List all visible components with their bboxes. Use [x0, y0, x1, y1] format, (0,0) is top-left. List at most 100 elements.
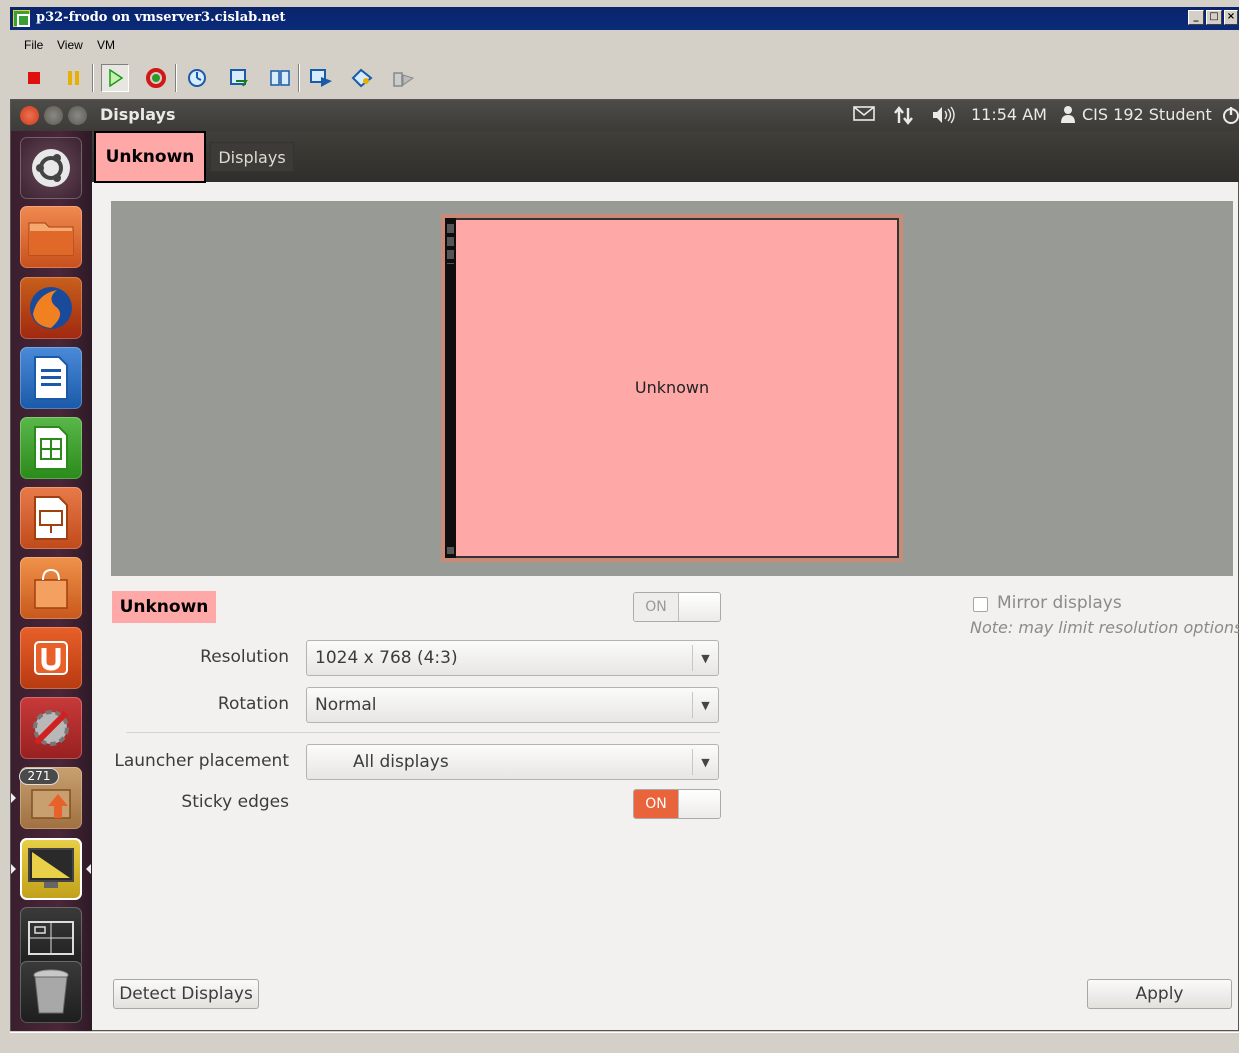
maximize-icon[interactable] [68, 106, 87, 125]
suspend-button[interactable] [60, 64, 88, 92]
chevron-down-icon: ▼ [692, 645, 718, 671]
reset-button[interactable] [142, 64, 170, 92]
mail-icon[interactable] [853, 105, 875, 125]
sticky-edges-toggle[interactable]: ON [633, 789, 721, 819]
menubar: File View VM [10, 34, 1239, 56]
app-title: Displays [100, 105, 176, 124]
maximize-icon[interactable]: □ [1206, 10, 1222, 25]
launcher: 271 [11, 131, 92, 1031]
ubuntu-one-icon [34, 641, 68, 675]
refresh-icon [146, 68, 166, 88]
monitor-preview[interactable]: Unknown [441, 214, 903, 562]
spreadsheet-icon [34, 426, 68, 470]
user-indicator[interactable]: CIS 192 Student [1082, 105, 1212, 124]
displays-launcher[interactable] [20, 838, 82, 900]
writer-launcher[interactable] [20, 347, 82, 409]
mirror-note: Note: may limit resolution options [970, 618, 1239, 637]
minimize-icon[interactable]: _ [1188, 10, 1204, 25]
toolbar-separator [92, 64, 94, 92]
summary-icon [393, 72, 415, 87]
full-screen-icon [310, 69, 332, 87]
running-indicator [11, 864, 16, 874]
tab-displays[interactable]: Displays [210, 142, 294, 172]
network-icon[interactable] [893, 105, 915, 129]
chevron-down-icon: ▼ [692, 749, 718, 775]
settings-wrench-icon [33, 710, 69, 746]
workspace-switcher-launcher[interactable] [20, 907, 82, 969]
manage-snapshots-button[interactable] [266, 64, 294, 92]
resolution-dropdown[interactable]: 1024 x 768 (4:3) ▼ [306, 640, 719, 676]
files-launcher[interactable] [20, 206, 82, 268]
toggle-label: ON [634, 790, 678, 818]
launcher-placement-label: Launcher placement [114, 751, 289, 771]
minimize-icon[interactable] [44, 106, 63, 125]
running-indicator [11, 793, 16, 803]
folder-icon [28, 222, 74, 256]
full-screen-button[interactable] [307, 64, 335, 92]
toggle-knob [678, 790, 720, 818]
user-icon[interactable] [1060, 105, 1076, 127]
window-title: p32-frodo on vmserver3.cislab.net [36, 10, 286, 25]
quick-switch-icon [351, 68, 373, 88]
system-settings-launcher[interactable] [20, 697, 82, 759]
window-titlebar: p32-frodo on vmserver3.cislab.net _ □ × [10, 7, 1239, 30]
display-tabs: Unknown Displays [92, 131, 1239, 183]
chevron-down-icon: ▼ [692, 692, 718, 718]
mirror-displays-checkbox[interactable] [973, 597, 988, 612]
quick-switch-button[interactable] [348, 64, 376, 92]
revert-snapshot-button[interactable] [225, 64, 253, 92]
display-monitor-icon [28, 848, 74, 888]
ubuntu-top-panel: Displays 11:54 AM CIS 192 Student [11, 100, 1239, 131]
document-icon [34, 356, 68, 400]
volume-icon[interactable] [931, 105, 957, 129]
apply-button[interactable]: Apply [1087, 979, 1232, 1009]
snapshot-icon [188, 69, 206, 87]
monitor-arrangement-preview: Unknown [111, 201, 1233, 576]
toolbar [10, 58, 1239, 98]
clock-indicator[interactable]: 11:54 AM [971, 105, 1047, 124]
rotation-value: Normal [315, 695, 377, 715]
rotation-dropdown[interactable]: Normal ▼ [306, 687, 719, 723]
display-name-label: Unknown [112, 591, 216, 623]
impress-launcher[interactable] [20, 487, 82, 549]
dash-home-button[interactable] [20, 137, 82, 199]
mirror-displays-label: Mirror displays [997, 593, 1122, 613]
launcher-placement-value: All displays [353, 752, 449, 772]
display-power-toggle[interactable]: ON [633, 592, 721, 622]
toggle-knob [678, 593, 720, 621]
rotation-label: Rotation [217, 694, 289, 714]
tab-unknown[interactable]: Unknown [94, 131, 206, 183]
trash-icon [33, 969, 69, 1014]
power-off-button[interactable] [20, 64, 48, 92]
resolution-value: 1024 x 768 (4:3) [315, 648, 458, 668]
guest-screen: Displays 11:54 AM CIS 192 Student 271 Un… [10, 99, 1239, 1031]
close-icon[interactable]: × [1224, 10, 1238, 25]
menu-view[interactable]: View [57, 38, 83, 52]
firefox-icon [30, 287, 72, 329]
snapshot-manager-icon [270, 70, 290, 86]
workspace-icon [28, 921, 74, 955]
pause-icon [68, 71, 79, 85]
update-badge: 271 [19, 768, 59, 785]
firefox-launcher[interactable] [20, 277, 82, 339]
toolbar-separator [175, 64, 177, 92]
snapshot-button[interactable] [183, 64, 211, 92]
monitor-preview-label: Unknown [634, 378, 710, 397]
power-icon[interactable] [1222, 105, 1239, 129]
calc-launcher[interactable] [20, 417, 82, 479]
detect-displays-button[interactable]: Detect Displays [113, 979, 259, 1009]
sticky-edges-label: Sticky edges [181, 792, 289, 812]
menu-vm[interactable]: VM [97, 38, 115, 52]
close-icon[interactable] [20, 106, 39, 125]
power-on-button[interactable] [101, 64, 129, 92]
play-icon [109, 69, 123, 87]
summary-button[interactable] [389, 64, 417, 92]
ubuntu-one-launcher[interactable] [20, 627, 82, 689]
vm-status-bar [10, 1032, 1239, 1053]
trash-launcher[interactable] [20, 961, 82, 1023]
menu-file[interactable]: File [24, 38, 43, 52]
software-center-launcher[interactable] [20, 557, 82, 619]
active-indicator [86, 864, 91, 874]
launcher-placement-dropdown[interactable]: All displays ▼ [306, 744, 719, 780]
revert-snapshot-icon [230, 69, 248, 87]
